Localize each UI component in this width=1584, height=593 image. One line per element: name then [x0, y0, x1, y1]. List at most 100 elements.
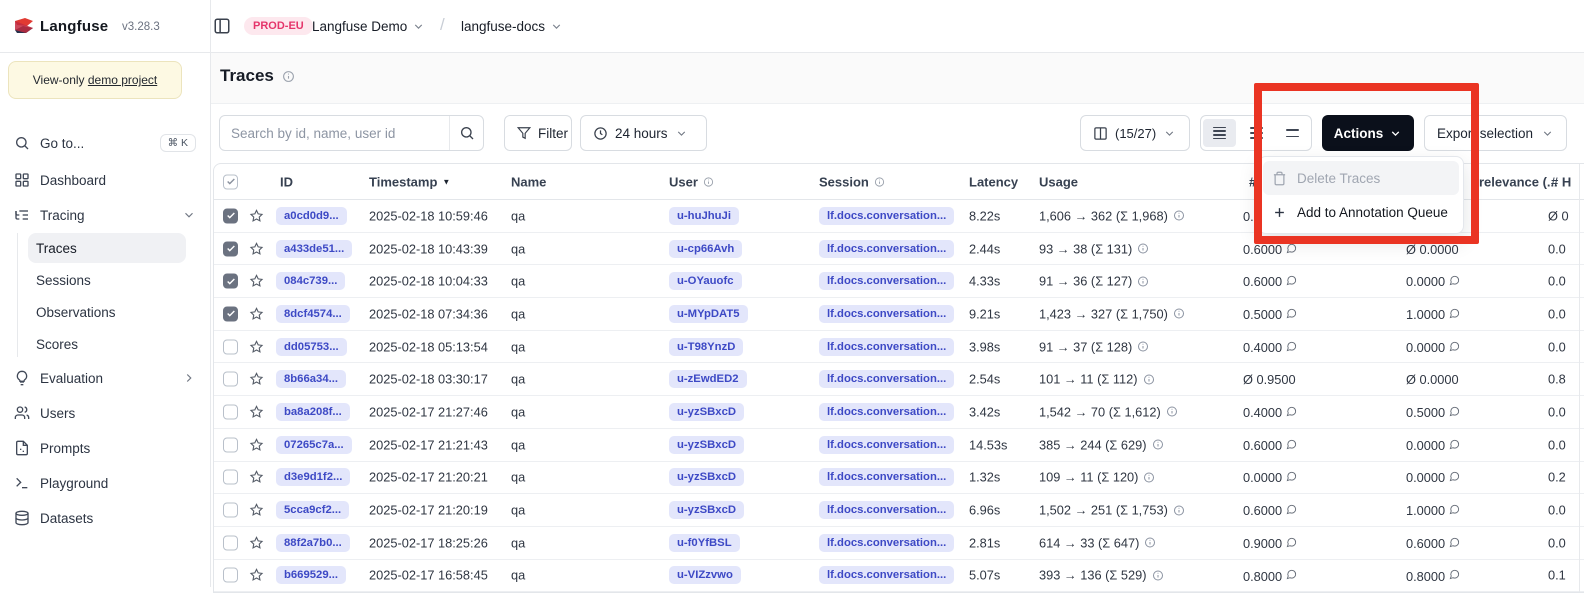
sidebar-item-sessions[interactable]: Sessions — [28, 265, 186, 295]
star-icon[interactable] — [249, 241, 264, 256]
trace-id-badge[interactable]: d3e9d1f2... — [276, 468, 350, 486]
row-checkbox[interactable] — [223, 339, 238, 354]
star-icon[interactable] — [249, 372, 264, 387]
user-badge[interactable]: u-huJhuJi — [669, 207, 739, 225]
comment-icon[interactable] — [1286, 341, 1297, 352]
table-row[interactable]: 084c739... 2025-02-18 10:04:33 qa u-OYau… — [214, 265, 1584, 298]
export-selection-button[interactable]: Export selection — [1424, 115, 1567, 151]
sidebar-item-observations[interactable]: Observations — [28, 297, 186, 327]
select-all-checkbox[interactable] — [223, 174, 238, 189]
column-header-user[interactable]: User — [669, 174, 714, 189]
comment-icon[interactable] — [1449, 537, 1460, 548]
session-badge[interactable]: lf.docs.conversation... — [819, 338, 954, 356]
session-badge[interactable]: lf.docs.conversation... — [819, 370, 954, 388]
trace-id-badge[interactable]: dd05753... — [276, 338, 347, 356]
session-badge[interactable]: lf.docs.conversation... — [819, 305, 954, 323]
column-header-latency[interactable]: Latency — [969, 174, 1018, 189]
session-badge[interactable]: lf.docs.conversation... — [819, 566, 954, 584]
user-badge[interactable]: u-f0YfBSL — [669, 534, 740, 552]
table-row[interactable]: 8b66a34... 2025-02-18 03:30:17 qa u-zEwd… — [214, 363, 1584, 396]
row-checkbox[interactable] — [223, 568, 238, 583]
comment-icon[interactable] — [1449, 471, 1460, 482]
row-checkbox[interactable] — [223, 208, 238, 223]
info-icon[interactable] — [282, 70, 295, 83]
filter-button[interactable]: Filter — [504, 115, 572, 151]
info-icon[interactable] — [1143, 471, 1155, 483]
star-icon[interactable] — [249, 339, 264, 354]
column-header-usage[interactable]: Usage — [1039, 174, 1078, 189]
table-row[interactable]: b669529... 2025-02-17 16:58:45 qa u-VIZz… — [214, 560, 1584, 593]
table-row[interactable]: d3e9d1f2... 2025-02-17 21:20:21 qa u-yzS… — [214, 462, 1584, 495]
user-badge[interactable]: u-cp66Avh — [669, 240, 742, 258]
row-height-small-button[interactable] — [1203, 119, 1236, 147]
column-visibility-button[interactable]: (15/27) — [1080, 115, 1190, 151]
star-icon[interactable] — [249, 274, 264, 289]
user-badge[interactable]: u-yzSBxcD — [669, 403, 744, 421]
info-icon[interactable] — [1173, 504, 1185, 516]
row-checkbox[interactable] — [223, 306, 238, 321]
user-badge[interactable]: u-yzSBxcD — [669, 436, 744, 454]
session-badge[interactable]: lf.docs.conversation... — [819, 501, 954, 519]
sidebar-item-evaluation[interactable]: Evaluation — [6, 362, 204, 394]
row-checkbox[interactable] — [223, 503, 238, 518]
user-badge[interactable]: u-T98YnzD — [669, 338, 743, 356]
session-badge[interactable]: lf.docs.conversation... — [819, 436, 954, 454]
comment-icon[interactable] — [1286, 308, 1297, 319]
table-row[interactable]: 8dcf4574... 2025-02-18 07:34:36 qa u-MYp… — [214, 298, 1584, 331]
row-checkbox[interactable] — [223, 470, 238, 485]
session-badge[interactable]: lf.docs.conversation... — [819, 272, 954, 290]
user-badge[interactable]: u-yzSBxcD — [669, 468, 744, 486]
trace-id-badge[interactable]: 8b66a34... — [276, 370, 346, 388]
sidebar-toggle-icon[interactable] — [213, 17, 231, 35]
trace-id-badge[interactable]: a0cd0d9... — [276, 207, 347, 225]
row-height-large-button[interactable] — [1276, 119, 1309, 147]
column-header-last[interactable]: # H — [1551, 174, 1571, 189]
star-icon[interactable] — [249, 306, 264, 321]
star-icon[interactable] — [249, 503, 264, 518]
column-header-id[interactable]: ID — [280, 174, 293, 189]
demo-project-link[interactable]: demo project — [88, 73, 157, 87]
row-checkbox[interactable] — [223, 372, 238, 387]
row-height-medium-button[interactable] — [1240, 119, 1273, 147]
search-input[interactable] — [231, 123, 441, 143]
row-checkbox[interactable] — [223, 241, 238, 256]
trace-id-badge[interactable]: b669529... — [276, 566, 346, 584]
user-badge[interactable]: u-zEwdED2 — [669, 370, 747, 388]
comment-icon[interactable] — [1449, 341, 1460, 352]
trace-id-badge[interactable]: 07265c7a... — [276, 436, 352, 454]
info-icon[interactable] — [1166, 406, 1178, 418]
table-row[interactable]: 88f2a7b0... 2025-02-17 18:25:26 qa u-f0Y… — [214, 527, 1584, 560]
column-header-name[interactable]: Name — [511, 174, 546, 189]
session-badge[interactable]: lf.docs.conversation... — [819, 403, 954, 421]
sidebar-item-tracing[interactable]: Tracing — [6, 199, 204, 231]
table-row[interactable]: 07265c7a... 2025-02-17 21:21:43 qa u-yzS… — [214, 429, 1584, 462]
info-icon[interactable] — [1152, 439, 1164, 451]
org-breadcrumb[interactable]: Langfuse Demo — [312, 19, 425, 34]
time-range-button[interactable]: 24 hours — [580, 115, 707, 151]
sidebar-item-prompts[interactable]: Prompts — [6, 432, 204, 464]
comment-icon[interactable] — [1286, 406, 1297, 417]
sidebar-item-traces[interactable]: Traces — [28, 233, 186, 263]
comment-icon[interactable] — [1286, 439, 1297, 450]
table-row[interactable]: dd05753... 2025-02-18 05:13:54 qa u-T98Y… — [214, 331, 1584, 364]
info-icon[interactable] — [1173, 308, 1185, 320]
sidebar-item-datasets[interactable]: Datasets — [6, 502, 204, 534]
comment-icon[interactable] — [1286, 537, 1297, 548]
user-badge[interactable]: u-VIZzvwo — [669, 566, 741, 584]
star-icon[interactable] — [249, 437, 264, 452]
star-icon[interactable] — [249, 535, 264, 550]
trace-id-badge[interactable]: 5cca9cf2... — [276, 501, 349, 519]
user-badge[interactable]: u-yzSBxcD — [669, 501, 744, 519]
user-badge[interactable]: u-MYpDAT5 — [669, 305, 748, 323]
sidebar-item-users[interactable]: Users — [6, 397, 204, 429]
trace-id-badge[interactable]: 084c739... — [276, 272, 345, 290]
table-row[interactable]: 5cca9cf2... 2025-02-17 21:20:19 qa u-yzS… — [214, 494, 1584, 527]
comment-icon[interactable] — [1449, 504, 1460, 515]
comment-icon[interactable] — [1449, 406, 1460, 417]
comment-icon[interactable] — [1286, 504, 1297, 515]
sidebar-item-dashboard[interactable]: Dashboard — [6, 164, 204, 196]
trace-id-badge[interactable]: ba8a208f... — [276, 403, 350, 421]
row-checkbox[interactable] — [223, 404, 238, 419]
column-header-hidden[interactable]: # — [1249, 174, 1256, 189]
trace-id-badge[interactable]: 8dcf4574... — [276, 305, 350, 323]
